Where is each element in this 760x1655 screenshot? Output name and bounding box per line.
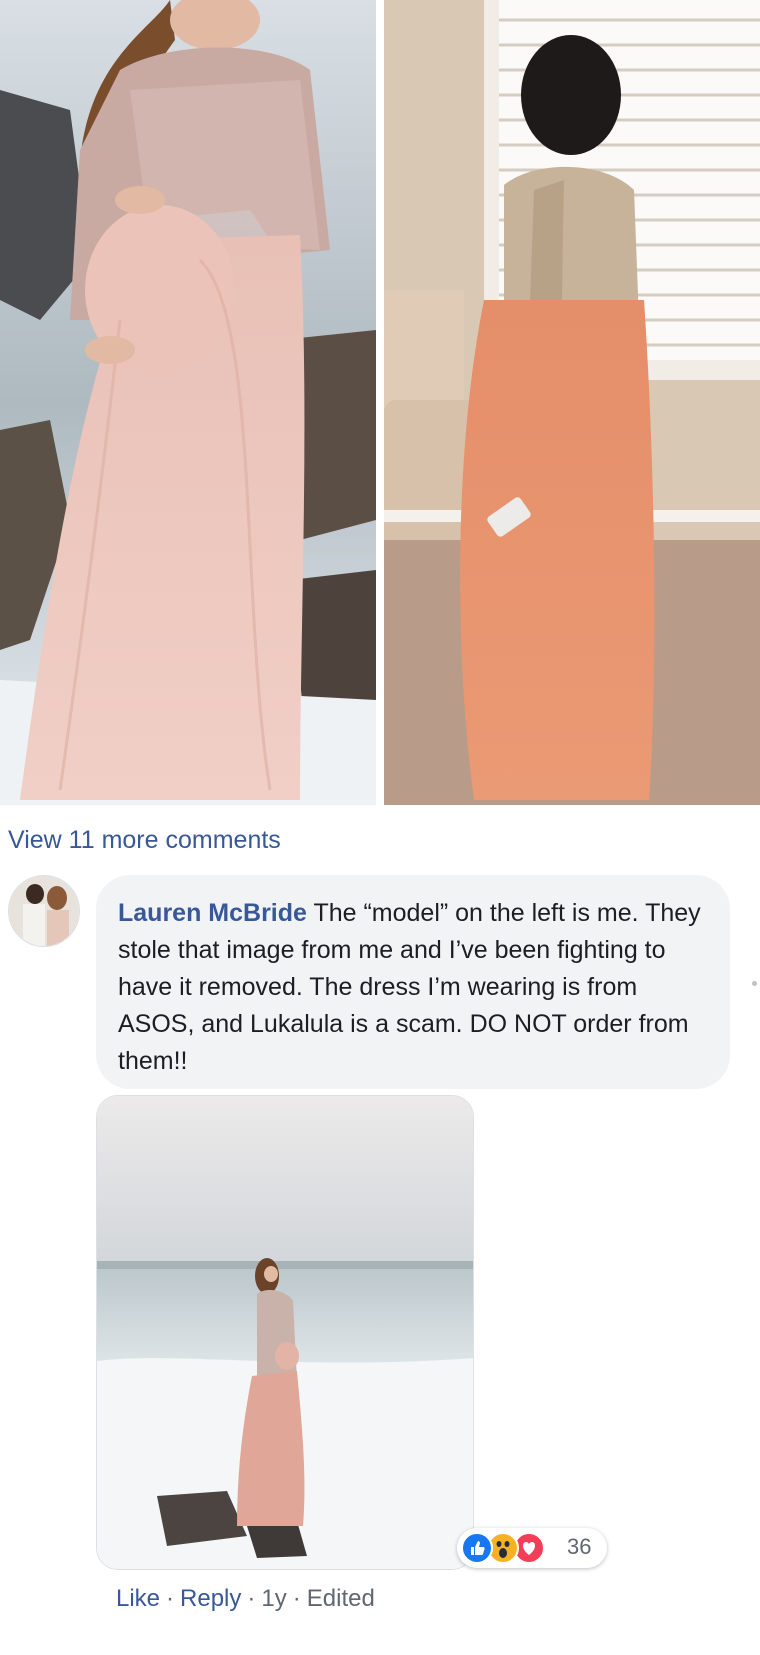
comment-author[interactable]: Lauren McBride [118, 899, 307, 927]
like-icon [461, 1532, 493, 1564]
reply-button[interactable]: Reply [180, 1585, 241, 1612]
comment-bubble: Lauren McBride The “model” on the left i… [96, 875, 730, 1089]
view-more-comments-link[interactable]: View 11 more comments [8, 826, 281, 855]
comment-attached-photo[interactable] [96, 1095, 474, 1570]
like-button[interactable]: Like [116, 1585, 160, 1612]
separator-dot: · [247, 1585, 256, 1612]
avatar[interactable] [8, 875, 80, 947]
separator-dot: · [292, 1585, 301, 1612]
reaction-summary[interactable]: 36 [457, 1528, 607, 1568]
comment-timestamp[interactable]: 1y [261, 1585, 286, 1612]
post-photos [0, 0, 760, 805]
comment-options-dot [752, 981, 757, 986]
reaction-count: 36 [567, 1534, 592, 1559]
edited-label[interactable]: Edited [307, 1585, 375, 1612]
comment-actions: Like · Reply · 1y · Edited [116, 1585, 375, 1613]
customer-photo[interactable] [384, 0, 760, 805]
model-photo[interactable] [0, 0, 376, 805]
separator-dot: · [166, 1585, 175, 1612]
